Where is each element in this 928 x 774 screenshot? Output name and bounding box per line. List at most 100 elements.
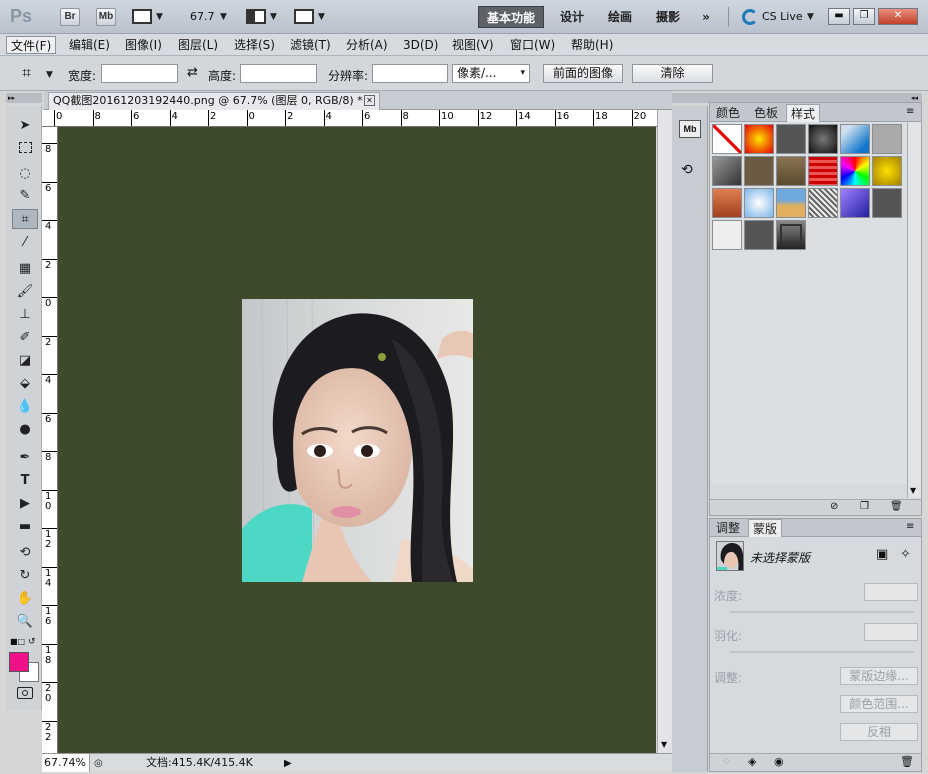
load-selection-icon[interactable]: ⁘ — [722, 755, 731, 768]
workspace-design[interactable]: 设计 — [552, 6, 592, 28]
trash-icon[interactable]: 🗑 — [890, 501, 903, 512]
tab-adjustments[interactable]: 调整 — [712, 519, 744, 537]
chevron-down-icon[interactable]: ▼ — [46, 70, 53, 80]
menu-window[interactable]: 窗口(W) — [506, 36, 559, 54]
quick-mask-icon[interactable] — [12, 686, 38, 706]
chevron-down-icon[interactable]: ▼ — [807, 12, 814, 22]
healing-brush-tool-icon[interactable]: ▦ — [12, 259, 38, 279]
menu-file[interactable]: 文件(F) — [6, 36, 57, 54]
tab-color[interactable]: 颜色 — [712, 104, 744, 122]
toolbox-collapse[interactable]: ▸▸ — [6, 93, 42, 103]
scroll-down-arrow-icon[interactable]: ▼ — [661, 740, 667, 749]
style-swatch[interactable] — [712, 156, 742, 186]
mask-edge-button[interactable]: 蒙版边缘... — [840, 667, 918, 685]
eraser-tool-icon[interactable]: ◪ — [12, 351, 38, 371]
mini-bridge-button[interactable]: Mb — [96, 8, 116, 26]
menu-analysis[interactable]: 分析(A) — [342, 36, 392, 54]
style-swatch[interactable] — [712, 220, 742, 250]
workspace-photography[interactable]: 摄影 — [648, 6, 688, 28]
history-panel-icon[interactable]: ⟲ — [681, 162, 701, 182]
swap-colors-icon[interactable]: ↺ — [28, 637, 36, 647]
scroll-down-arrow-icon[interactable]: ▼ — [910, 486, 916, 495]
panel-menu-icon[interactable]: ≡ — [906, 106, 914, 117]
clear-button[interactable]: 清除 — [632, 64, 713, 83]
chevron-down-icon[interactable]: ▼ — [270, 12, 277, 22]
workspace-essentials[interactable]: 基本功能 — [478, 6, 544, 28]
close-document-icon[interactable]: ✕ — [364, 95, 375, 106]
style-swatch[interactable] — [872, 156, 902, 186]
move-tool-icon[interactable]: ➤ — [12, 116, 38, 136]
zoom-level[interactable]: 67.7 — [190, 10, 215, 23]
status-arrow-icon[interactable]: ▶ — [284, 755, 292, 772]
dodge-tool-icon[interactable]: ● — [12, 420, 38, 440]
zoom-readout[interactable]: 67.74% — [42, 754, 90, 772]
style-swatch[interactable] — [808, 156, 838, 186]
style-swatch[interactable] — [808, 188, 838, 218]
style-swatch[interactable] — [840, 124, 870, 154]
style-swatch[interactable] — [744, 188, 774, 218]
zoom-tool-icon[interactable]: 🔍 — [12, 612, 38, 632]
brush-tool-icon[interactable]: 🖌 — [12, 282, 38, 302]
menu-image[interactable]: 图像(I) — [121, 36, 166, 54]
blur-tool-icon[interactable]: 💧 — [12, 397, 38, 417]
clone-stamp-tool-icon[interactable]: ⊥ — [12, 305, 38, 325]
style-swatch[interactable] — [808, 124, 838, 154]
new-style-icon[interactable]: ❐ — [860, 501, 869, 512]
add-pixel-mask-icon[interactable]: ▣ — [876, 547, 888, 562]
chevron-down-icon[interactable]: ▼ — [318, 12, 325, 22]
quick-selection-tool-icon[interactable]: ✎ — [12, 186, 38, 206]
color-range-button[interactable]: 颜色范围... — [840, 695, 918, 713]
menu-select[interactable]: 选择(S) — [230, 36, 279, 54]
trash-icon[interactable]: 🗑 — [900, 755, 914, 768]
hand-tool-icon[interactable]: ✋ — [12, 589, 38, 609]
styles-scrollbar[interactable]: ▼ — [907, 122, 921, 498]
style-swatch[interactable] — [840, 156, 870, 186]
view-extras-icon[interactable] — [132, 9, 152, 24]
bridge-button[interactable]: Br — [60, 8, 80, 26]
tab-swatches[interactable]: 色板 — [750, 104, 782, 122]
feather-slider[interactable] — [730, 651, 914, 653]
history-brush-tool-icon[interactable]: ✐ — [12, 328, 38, 348]
crop-tool-icon[interactable]: ⌗ — [12, 209, 38, 229]
style-swatch[interactable] — [840, 188, 870, 218]
add-vector-mask-icon[interactable]: ✧ — [900, 547, 911, 562]
screen-mode-icon[interactable] — [294, 9, 314, 24]
delete-style-icon[interactable]: ⊘ — [830, 501, 838, 512]
style-swatch[interactable] — [712, 188, 742, 218]
menu-edit[interactable]: 编辑(E) — [65, 36, 114, 54]
document-tab[interactable]: QQ截图20161203192440.png @ 67.7% (图层 0, RG… — [48, 92, 380, 110]
restore-button[interactable]: ❐ — [853, 8, 875, 25]
close-window-button[interactable]: ✕ — [878, 8, 918, 25]
swap-icon[interactable]: ⇄ — [187, 65, 198, 80]
status-menu-icon[interactable]: ◎ — [94, 755, 103, 772]
style-swatch[interactable] — [744, 124, 774, 154]
menu-help[interactable]: 帮助(H) — [567, 36, 617, 54]
marquee-tool-icon[interactable] — [12, 140, 38, 160]
pen-tool-icon[interactable]: ✒ — [12, 448, 38, 468]
style-swatch[interactable] — [776, 188, 806, 218]
more-workspaces-button[interactable]: » — [694, 6, 718, 28]
style-swatch[interactable] — [744, 220, 774, 250]
resolution-input[interactable] — [372, 64, 448, 83]
style-swatch[interactable] — [776, 156, 806, 186]
menu-3d[interactable]: 3D(D) — [399, 36, 442, 54]
arrange-documents-icon[interactable] — [246, 9, 266, 24]
minimize-button[interactable]: ▬ — [828, 8, 850, 25]
style-swatch[interactable] — [872, 124, 902, 154]
panel-menu-icon[interactable]: ≡ — [906, 521, 914, 532]
default-colors-icon[interactable]: ■□ — [10, 637, 25, 646]
cs-live-label[interactable]: CS Live — [762, 10, 803, 23]
feather-input[interactable] — [864, 623, 918, 641]
style-none[interactable] — [712, 124, 742, 154]
type-tool-icon[interactable]: T — [12, 471, 38, 491]
crop-icon[interactable]: ⌗ — [22, 63, 31, 83]
chevron-down-icon[interactable]: ▼ — [156, 12, 163, 22]
style-swatch[interactable] — [776, 124, 806, 154]
visibility-eye-icon[interactable]: ◉ — [774, 755, 784, 768]
apply-mask-icon[interactable]: ◈ — [748, 755, 756, 768]
invert-button[interactable]: 反相 — [840, 723, 918, 741]
style-swatch[interactable] — [776, 220, 806, 250]
style-swatch[interactable] — [872, 188, 902, 218]
lasso-tool-icon[interactable]: ◌ — [12, 164, 38, 184]
cs-live-icon[interactable] — [742, 9, 758, 25]
